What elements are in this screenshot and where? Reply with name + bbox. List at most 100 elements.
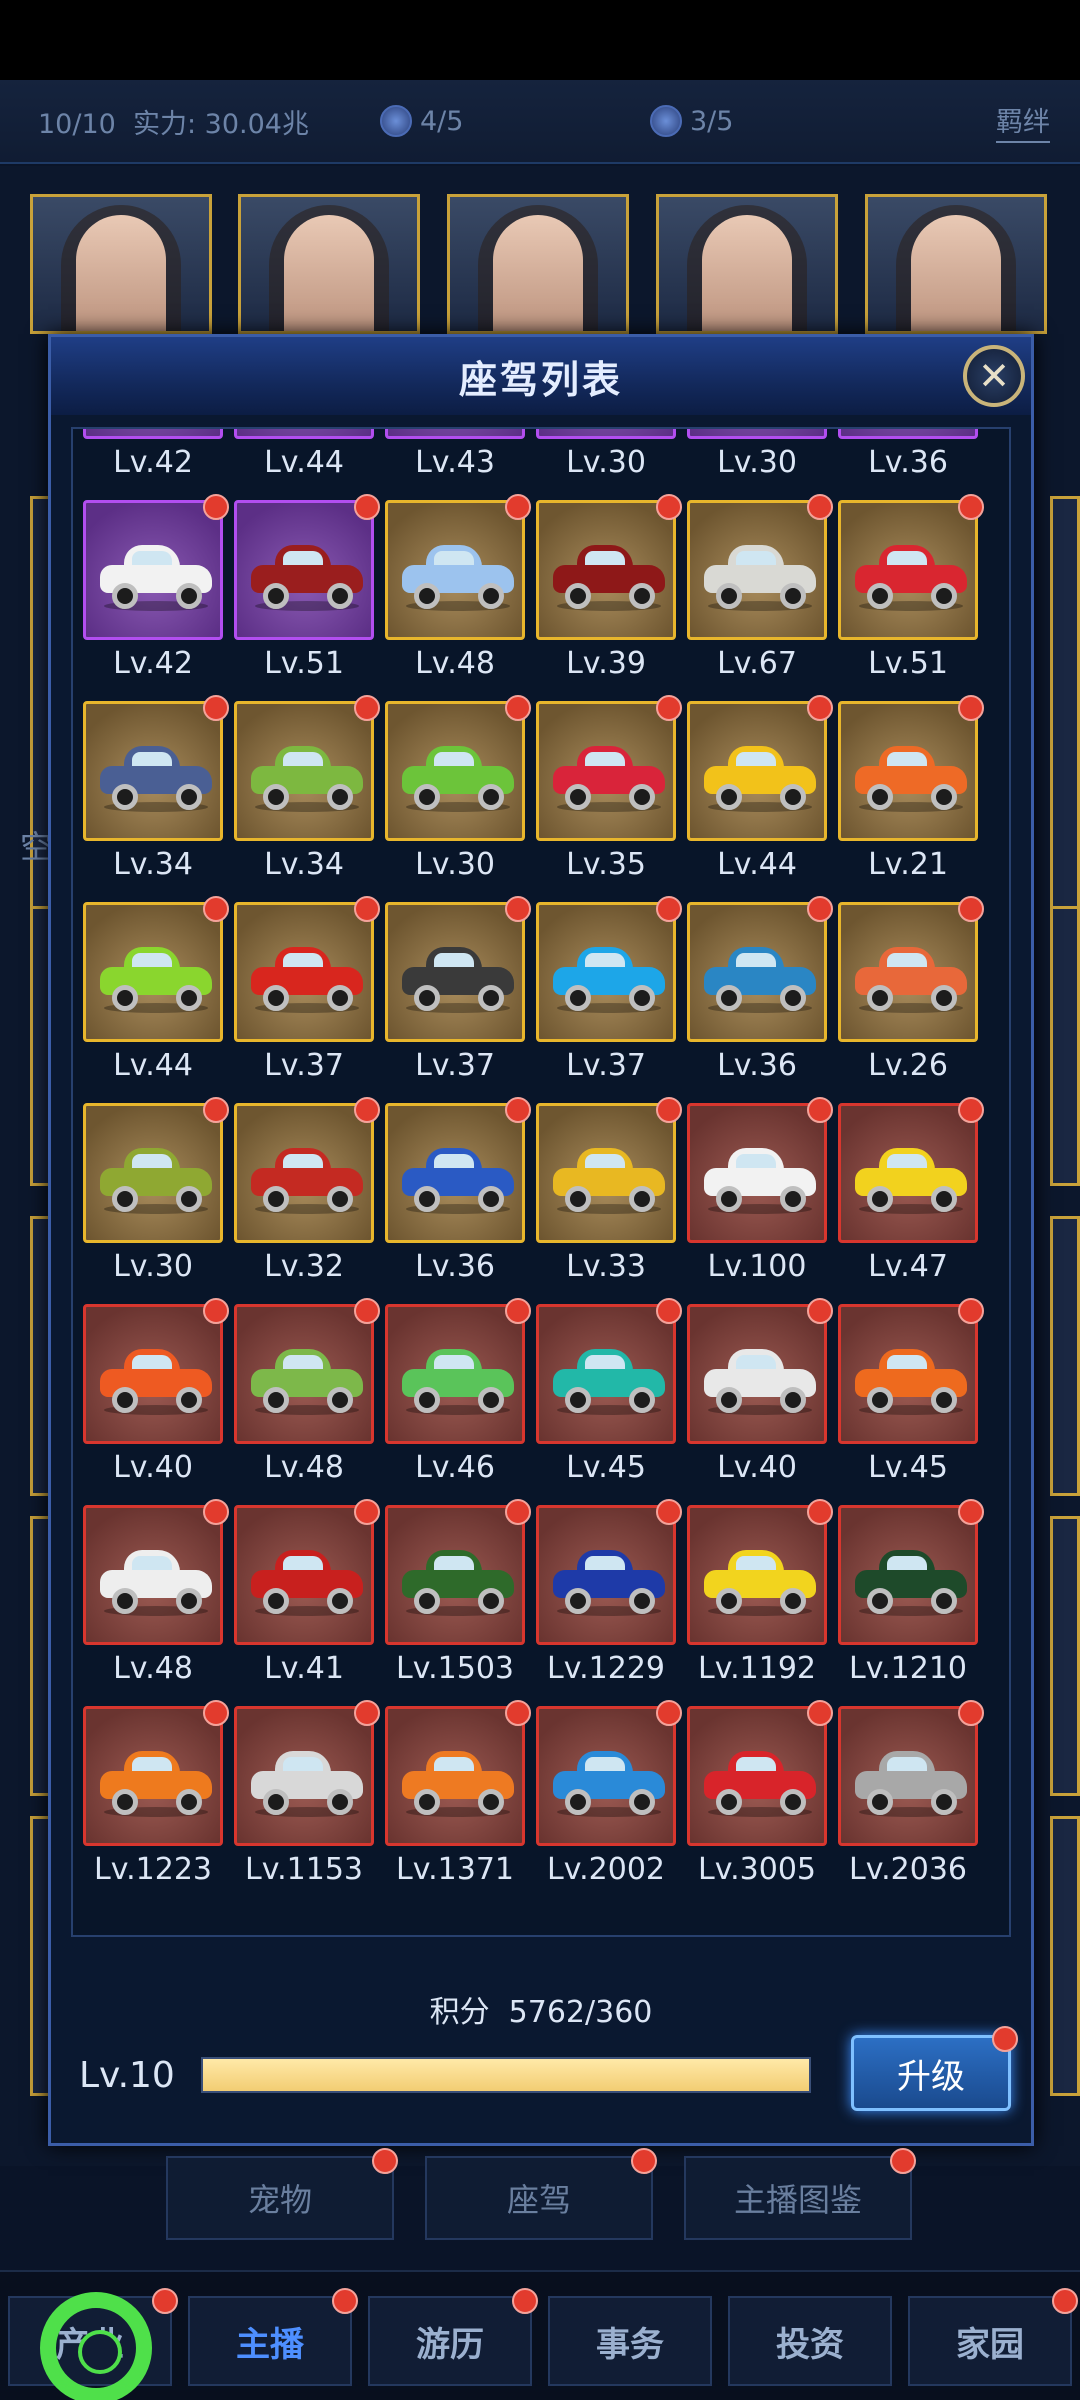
car-icon (855, 1747, 967, 1817)
nav-travel[interactable]: 游历 (368, 2288, 538, 2386)
car-icon (855, 1345, 967, 1415)
vehicle-card[interactable]: Lv.34 (234, 695, 380, 891)
vehicle-card[interactable]: Lv.40 (83, 1298, 229, 1494)
vehicle-card[interactable]: Lv.39 (536, 494, 682, 690)
car-icon (704, 1345, 816, 1415)
vehicle-card[interactable]: Lv.42 (83, 429, 223, 489)
vehicle-card[interactable]: Lv.26 (838, 896, 984, 1092)
vehicle-card[interactable]: Lv.44 (83, 896, 229, 1092)
notification-dot (505, 1700, 531, 1726)
status-bar (0, 0, 1080, 80)
vehicle-card[interactable]: Lv.48 (234, 1298, 380, 1494)
vehicle-card[interactable]: Lv.51 (234, 494, 380, 690)
vehicle-card[interactable]: Lv.1153 (234, 1700, 380, 1896)
vehicle-tile (536, 429, 676, 439)
vehicle-card[interactable]: Lv.44 (234, 429, 374, 489)
car-icon (251, 1546, 363, 1616)
car-icon (100, 541, 212, 611)
vehicle-tile (536, 1304, 676, 1444)
vehicle-card[interactable]: Lv.37 (385, 896, 531, 1092)
vehicle-tile (687, 1103, 827, 1243)
side-card (1050, 1516, 1080, 1796)
vehicle-tile (385, 902, 525, 1042)
vehicle-card[interactable]: Lv.1229 (536, 1499, 682, 1695)
nav-home[interactable]: 家园 (908, 2288, 1078, 2386)
car-icon (402, 1144, 514, 1214)
vehicle-tile (838, 701, 978, 841)
vehicle-card[interactable]: Lv.1210 (838, 1499, 984, 1695)
vehicle-tile (687, 1706, 827, 1846)
vehicle-card[interactable]: Lv.33 (536, 1097, 682, 1293)
vehicle-card[interactable]: Lv.1503 (385, 1499, 531, 1695)
vehicle-card[interactable]: Lv.45 (838, 1298, 984, 1494)
vehicle-card[interactable]: Lv.30 (83, 1097, 229, 1293)
streamer-card[interactable] (447, 194, 629, 334)
vehicle-card[interactable]: Lv.40 (687, 1298, 833, 1494)
vehicle-level: Lv.26 (868, 1048, 948, 1083)
vehicle-card[interactable]: Lv.36 (687, 896, 833, 1092)
car-icon (251, 742, 363, 812)
vehicle-tile (234, 1505, 374, 1645)
vehicle-card[interactable]: Lv.67 (687, 494, 833, 690)
streamer-card[interactable] (865, 194, 1047, 334)
notification-dot (203, 1499, 229, 1525)
car-icon (402, 943, 514, 1013)
vehicle-card[interactable]: Lv.45 (536, 1298, 682, 1494)
vehicle-tile (838, 902, 978, 1042)
notification-dot (958, 1298, 984, 1324)
notification-dot (354, 896, 380, 922)
vehicle-card[interactable]: Lv.1371 (385, 1700, 531, 1896)
streamer-card[interactable] (30, 194, 212, 334)
vehicle-card[interactable]: Lv.1192 (687, 1499, 833, 1695)
notification-dot (354, 695, 380, 721)
streamer-card[interactable] (238, 194, 420, 334)
vehicle-card[interactable]: Lv.2002 (536, 1700, 682, 1896)
vehicle-card[interactable]: Lv.44 (687, 695, 833, 891)
nav-affairs[interactable]: 事务 (548, 2296, 712, 2386)
vehicle-card[interactable]: Lv.48 (385, 494, 531, 690)
vehicle-card[interactable]: Lv.41 (234, 1499, 380, 1695)
streamer-card[interactable] (656, 194, 838, 334)
vehicle-level: Lv.47 (868, 1249, 948, 1284)
vehicle-card[interactable]: Lv.3005 (687, 1700, 833, 1896)
vehicle-card[interactable]: Lv.30 (536, 429, 676, 489)
notification-dot (203, 695, 229, 721)
vehicle-card[interactable]: Lv.36 (385, 1097, 531, 1293)
vehicle-card[interactable]: Lv.51 (838, 494, 984, 690)
close-button[interactable]: ✕ (963, 345, 1025, 407)
subtab-streamer-gallery[interactable]: 主播图鉴 (684, 2148, 916, 2240)
vehicle-card[interactable]: Lv.34 (83, 695, 229, 891)
vehicle-card[interactable]: Lv.30 (385, 695, 531, 891)
subtab-vehicles[interactable]: 座驾 (425, 2148, 657, 2240)
vehicle-card[interactable]: Lv.43 (385, 429, 525, 489)
vehicle-card[interactable]: Lv.46 (385, 1298, 531, 1494)
vehicle-tile (83, 1103, 223, 1243)
vehicle-tile (234, 429, 374, 439)
vehicle-card[interactable]: Lv.32 (234, 1097, 380, 1293)
vehicle-level: Lv.51 (868, 646, 948, 681)
upgrade-button[interactable]: 升级 (851, 2026, 1018, 2111)
vehicle-grid[interactable]: Lv.42 Lv.44 Lv.43 Lv.30 Lv.30 Lv.36 Lv.42 Lv.51… (71, 427, 1011, 1937)
car-icon (553, 1546, 665, 1616)
vehicle-card[interactable]: Lv.2036 (838, 1700, 984, 1896)
vehicle-card[interactable]: Lv.47 (838, 1097, 984, 1293)
subtab-pets[interactable]: 宠物 (166, 2148, 398, 2240)
vehicle-card[interactable]: Lv.35 (536, 695, 682, 891)
vehicle-card[interactable]: Lv.21 (838, 695, 984, 891)
notification-dot (354, 1097, 380, 1123)
vehicle-tile (385, 1304, 525, 1444)
nav-invest[interactable]: 投资 (728, 2296, 892, 2386)
vehicle-card[interactable]: Lv.1223 (83, 1700, 229, 1896)
vehicle-card[interactable]: Lv.37 (234, 896, 380, 1092)
vehicle-card[interactable]: Lv.30 (687, 429, 827, 489)
car-icon (251, 541, 363, 611)
nav-streamer[interactable]: 主播 (188, 2288, 358, 2386)
settings-gear-icon[interactable] (40, 2292, 152, 2400)
vehicle-card[interactable]: Lv.48 (83, 1499, 229, 1695)
vehicle-card[interactable]: Lv.36 (838, 429, 978, 489)
bond-link[interactable]: 羁绊 (996, 100, 1050, 143)
vehicle-card[interactable]: Lv.100 (687, 1097, 833, 1293)
vehicle-card[interactable]: Lv.42 (83, 494, 229, 690)
vehicle-card[interactable]: Lv.37 (536, 896, 682, 1092)
vehicle-tile (234, 500, 374, 640)
